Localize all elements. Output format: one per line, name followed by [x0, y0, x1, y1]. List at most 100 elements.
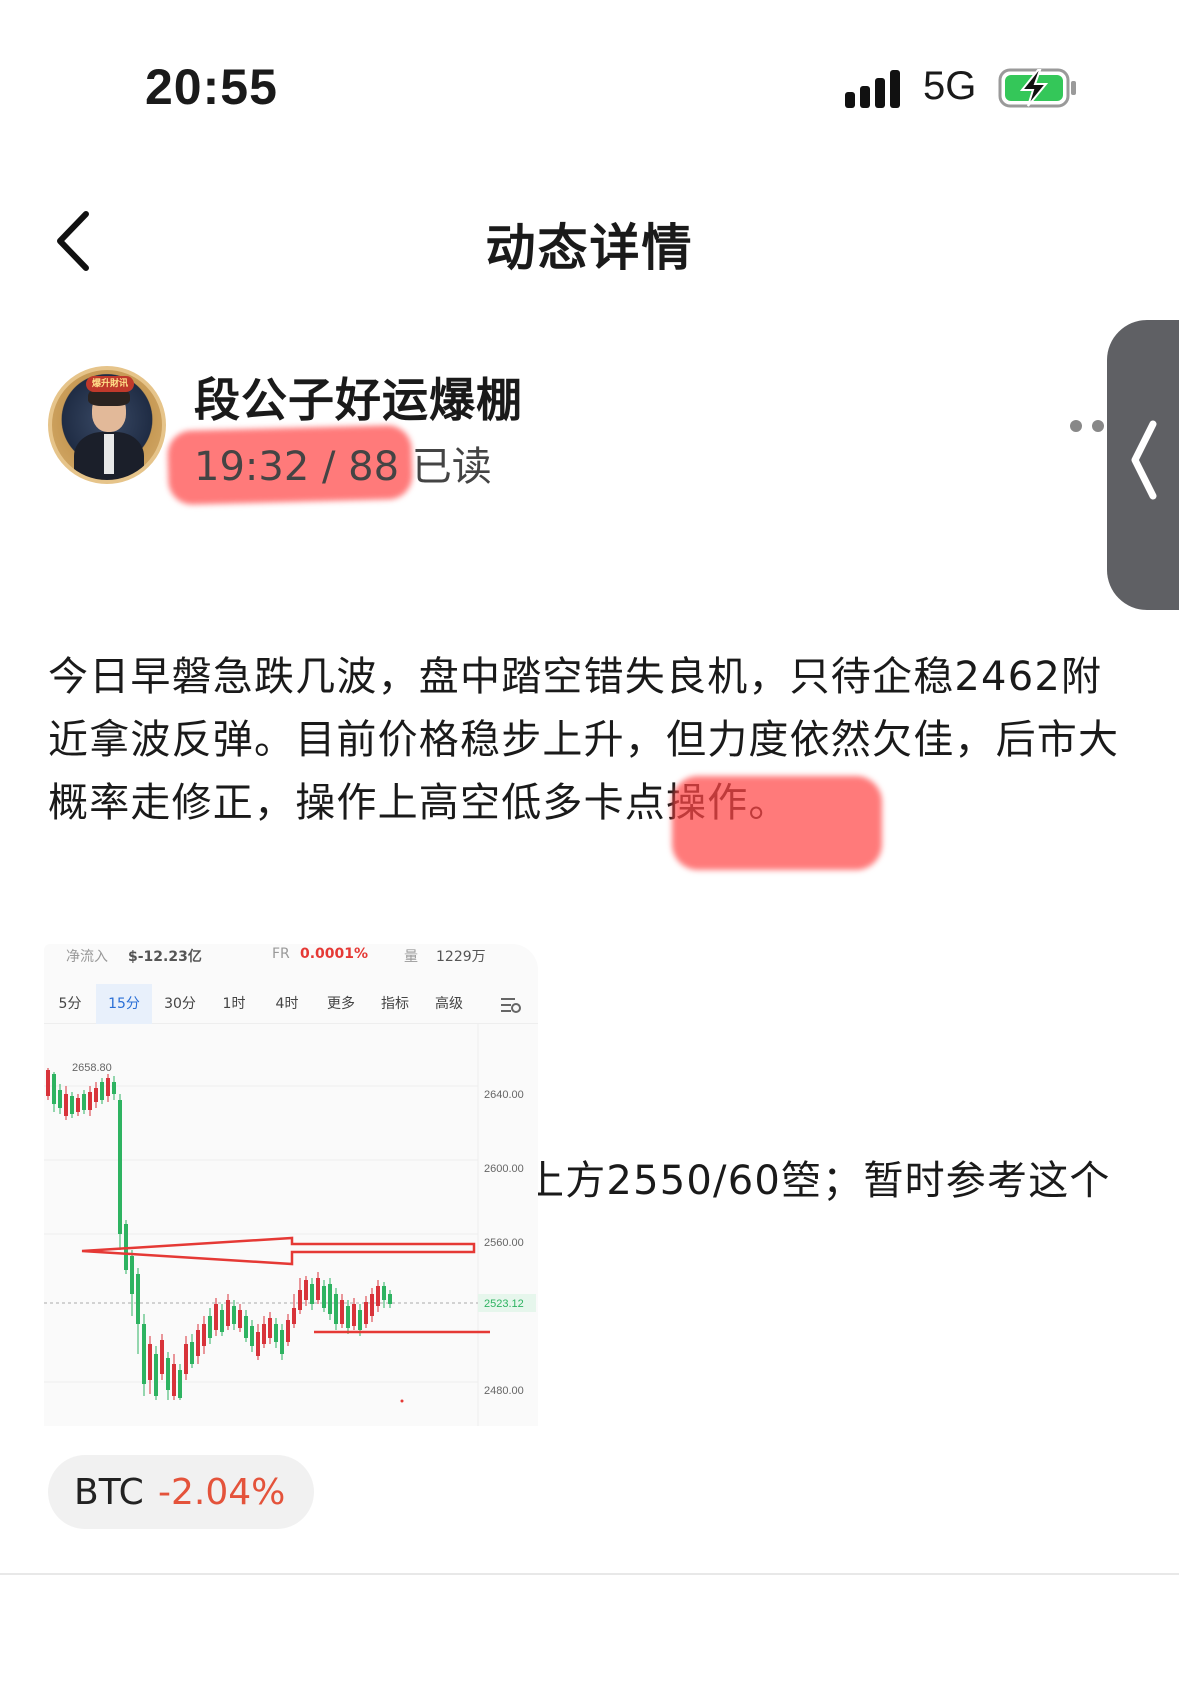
candle-body: [340, 1300, 344, 1324]
candle-body: [76, 1098, 80, 1112]
net-inflow-value: $-12.23亿: [128, 949, 202, 965]
ticker-chip[interactable]: BTC -2.04%: [48, 1455, 314, 1529]
candle-body: [244, 1316, 248, 1338]
candle-body: [328, 1284, 332, 1314]
current-price-label: 2523.12: [484, 1298, 524, 1310]
candle-body: [220, 1310, 224, 1332]
high-price-label: 2658.80: [72, 1062, 112, 1074]
ticker-symbol: BTC: [74, 1472, 144, 1513]
candle-body: [142, 1324, 146, 1384]
tab-5m[interactable]: 5分: [44, 984, 96, 1024]
candle-body: [310, 1284, 314, 1304]
candle-body: [136, 1274, 140, 1324]
tab-4h[interactable]: 4时: [260, 984, 314, 1024]
fr-value: 0.0001%: [300, 946, 369, 962]
more-dots-icon[interactable]: [1068, 416, 1108, 436]
candle-body: [226, 1300, 230, 1326]
candle-body: [364, 1302, 368, 1324]
candle-body: [52, 1074, 56, 1104]
tab-more[interactable]: 更多: [314, 984, 368, 1024]
tab-30m[interactable]: 30分: [152, 984, 208, 1024]
candle-body: [280, 1330, 284, 1354]
annotation-arrow: [81, 1236, 476, 1266]
candle-body: [238, 1310, 242, 1328]
chart-interval-tabs: 5分 15分 30分 1时 4时 更多 指标 高级: [44, 984, 538, 1024]
candle-body: [322, 1286, 326, 1308]
candle-body: [64, 1094, 68, 1116]
tab-1h[interactable]: 1时: [208, 984, 260, 1024]
candle-body: [70, 1096, 74, 1114]
avatar-badge: 爆升財讯: [86, 376, 134, 392]
candle-body: [208, 1316, 212, 1338]
status-time: 20:55: [145, 59, 278, 115]
candlestick-chart: 2658.80 2640.00 2600.00 2560.00 2523.12 …: [44, 1024, 536, 1426]
chart-top-bar: 净流入 $-12.23亿 FR 0.0001% 量 1229万: [44, 944, 538, 965]
candle-body: [274, 1324, 278, 1342]
candle-body: [148, 1344, 152, 1380]
avatar-tie: [104, 434, 114, 474]
tab-15m[interactable]: 15分: [96, 984, 152, 1024]
candle-body: [58, 1090, 62, 1108]
chart-settings-icon[interactable]: [500, 996, 522, 1014]
candle-body: [118, 1100, 122, 1234]
post-paragraph-1: 今日早磐急跌几波，盘中踏空错失良机，只待企稳2462附近拿波反弹。目前价格稳步上…: [48, 654, 1120, 826]
status-bar: 20:55 5G: [0, 0, 1179, 150]
candle-body: [262, 1324, 266, 1344]
annotation-dot: [400, 1399, 404, 1403]
nav-bar: 动态详情: [0, 190, 1179, 290]
candle-body: [214, 1304, 218, 1330]
candle-body: [370, 1294, 374, 1316]
price-axis-label: 2560.00: [484, 1237, 524, 1249]
candle-body: [202, 1324, 206, 1346]
fr-label: FR: [272, 946, 290, 962]
candle-body: [190, 1342, 194, 1364]
page-title: 动态详情: [485, 219, 694, 277]
candle-body: [112, 1082, 116, 1094]
candle-body: [94, 1088, 98, 1102]
side-chevron-icon: [1131, 420, 1157, 500]
tab-indicators[interactable]: 指标: [368, 984, 422, 1024]
candle-body: [154, 1354, 158, 1396]
candle-body: [178, 1370, 182, 1398]
candle-body: [232, 1306, 236, 1324]
candle-body: [304, 1280, 308, 1300]
volume-value: 1229万: [436, 949, 486, 965]
candle-body: [82, 1094, 86, 1110]
candle-body: [160, 1340, 164, 1374]
avatar[interactable]: 爆升財讯: [48, 366, 166, 484]
candle-body: [382, 1286, 386, 1300]
candle-body: [376, 1286, 380, 1306]
candle-body: [196, 1330, 200, 1356]
candle-body: [172, 1364, 176, 1396]
candle-body: [166, 1358, 170, 1390]
candle-body: [100, 1082, 104, 1100]
candle-body: [292, 1308, 296, 1324]
candle-body: [286, 1320, 290, 1342]
chart-image[interactable]: 净流入 $-12.23亿 FR 0.0001% 量 1229万 5分 15分 3…: [44, 944, 538, 1426]
author-name[interactable]: 段公子好运爆棚: [194, 364, 523, 430]
divider: [0, 1573, 1179, 1575]
candle-body: [184, 1344, 188, 1374]
candle-body: [268, 1318, 272, 1338]
candle-body: [352, 1304, 356, 1326]
red-highlight-mark: [672, 776, 882, 870]
candle-body: [334, 1294, 338, 1324]
candle-body: [358, 1310, 362, 1330]
candle-body: [346, 1306, 350, 1328]
candle-body: [130, 1256, 134, 1294]
network-label: 5G: [923, 64, 977, 108]
candle-body: [250, 1326, 254, 1346]
post-meta: 19:32 / 88 已读: [194, 444, 492, 490]
candle-body: [88, 1092, 92, 1110]
tab-advanced[interactable]: 高级: [422, 984, 476, 1024]
price-axis-label: 2480.00: [484, 1385, 524, 1397]
battery-charging-icon: [998, 68, 1076, 108]
price-axis-label: 2600.00: [484, 1163, 524, 1175]
candle-body: [298, 1290, 302, 1310]
candle-body: [106, 1078, 110, 1096]
candle-body: [388, 1294, 392, 1304]
signal-icon: [845, 70, 900, 108]
candle-body: [316, 1278, 320, 1300]
net-inflow-label: 净流入: [66, 949, 108, 965]
candle-body: [256, 1332, 260, 1356]
